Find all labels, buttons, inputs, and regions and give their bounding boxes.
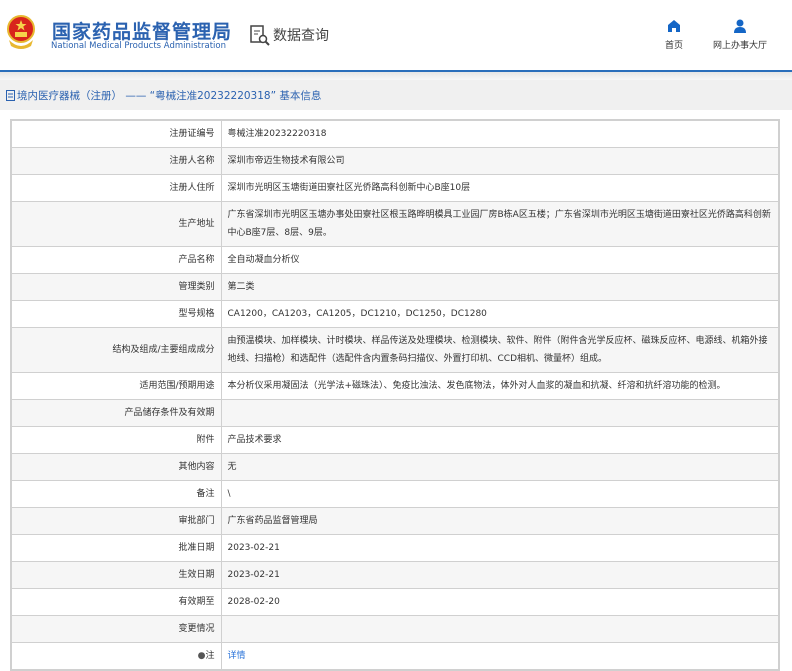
field-value: CA1200，CA1203，CA1205，DC1210，DC1250，DC128… bbox=[220, 300, 780, 328]
site-header: 国家药品监督管理局 National Medical Products Admi… bbox=[0, 0, 792, 72]
field-label: 型号规格 bbox=[10, 300, 222, 328]
home-icon bbox=[668, 20, 680, 32]
national-emblem-icon bbox=[7, 15, 35, 49]
pin-icon: ● bbox=[197, 651, 206, 661]
field-value: 2028-02-20 bbox=[220, 588, 780, 616]
field-value: 详情 bbox=[220, 642, 780, 671]
nav-home[interactable]: 首页 bbox=[665, 18, 683, 51]
field-label: 产品名称 bbox=[10, 246, 222, 274]
data-query-link[interactable]: 数据查询 bbox=[249, 24, 329, 46]
table-row: 附件 产品技术要求 bbox=[10, 426, 780, 454]
document-icon bbox=[6, 89, 15, 101]
nav-online-hall-label: 网上办事大厅 bbox=[713, 41, 768, 51]
field-value: 深圳市帝迈生物技术有限公司 bbox=[220, 147, 780, 175]
field-value: 无 bbox=[220, 453, 780, 481]
field-label: 适用范围/预期用途 bbox=[10, 372, 222, 400]
table-row: 生效日期 2023-02-21 bbox=[10, 561, 780, 589]
field-label: 有效期至 bbox=[10, 588, 222, 616]
table-row: 产品名称 全自动凝血分析仪 bbox=[10, 246, 780, 274]
field-label: 审批部门 bbox=[10, 507, 222, 535]
table-row: 结构及组成/主要组成成分 由预温模块、加样模块、计时模块、样品传送及处理模块、检测… bbox=[10, 327, 780, 373]
field-value: 本分析仪采用凝固法（光学法+磁珠法）、免疫比浊法、发色底物法，体外对人血浆的凝血… bbox=[220, 372, 780, 400]
table-row: 变更情况 bbox=[10, 615, 780, 643]
page-title-bar: 境内医疗器械（注册） —— “粤械注准20232220318” 基本信息 bbox=[0, 80, 792, 110]
field-value: 2023-02-21 bbox=[220, 534, 780, 562]
table-row: ●注 详情 bbox=[10, 642, 780, 671]
field-label: 批准日期 bbox=[10, 534, 222, 562]
field-label: 注册证编号 bbox=[10, 119, 222, 148]
field-value: 全自动凝血分析仪 bbox=[220, 246, 780, 274]
field-label: 产品储存条件及有效期 bbox=[10, 399, 222, 427]
field-value: 产品技术要求 bbox=[220, 426, 780, 454]
field-label: 注册人名称 bbox=[10, 147, 222, 175]
field-label: 变更情况 bbox=[10, 615, 222, 643]
field-label: 其他内容 bbox=[10, 453, 222, 481]
field-label: 备注 bbox=[10, 480, 222, 508]
field-value: 第二类 bbox=[220, 273, 780, 301]
field-label: 结构及组成/主要组成成分 bbox=[10, 327, 222, 373]
field-value: 广东省药品监督管理局 bbox=[220, 507, 780, 535]
nav-home-label: 首页 bbox=[665, 41, 684, 51]
page-title: 境内医疗器械（注册） —— “粤械注准20232220318” 基本信息 bbox=[17, 89, 322, 102]
field-label: 管理类别 bbox=[10, 273, 222, 301]
table-row: 审批部门 广东省药品监督管理局 bbox=[10, 507, 780, 535]
table-row: 有效期至 2028-02-20 bbox=[10, 588, 780, 616]
data-query-label: 数据查询 bbox=[273, 28, 329, 44]
document-search-icon bbox=[250, 25, 270, 46]
field-value: 广东省深圳市光明区玉塘办事处田寮社区根玉路晔明模具工业园厂房B栋A区五楼；广东省… bbox=[220, 201, 780, 247]
table-row: 型号规格 CA1200，CA1203，CA1205，DC1210，DC1250，D… bbox=[10, 300, 780, 328]
details-link[interactable]: 详情 bbox=[228, 651, 246, 661]
site-title[interactable]: 国家药品监督管理局 bbox=[52, 17, 232, 44]
table-row: 生产地址 广东省深圳市光明区玉塘办事处田寮社区根玉路晔明模具工业园厂房B栋A区五楼… bbox=[10, 201, 780, 247]
field-value: 深圳市光明区玉塘街道田寮社区光侨路高科创新中心B座10层 bbox=[220, 174, 780, 202]
table-row: 批准日期 2023-02-21 bbox=[10, 534, 780, 562]
table-row: 管理类别 第二类 bbox=[10, 273, 780, 301]
field-label: 生产地址 bbox=[10, 201, 222, 247]
field-value bbox=[220, 399, 780, 427]
user-icon bbox=[734, 19, 746, 33]
field-value: 粤械注准20232220318 bbox=[220, 119, 780, 148]
table-row: 备注 \ bbox=[10, 480, 780, 508]
table-row: 注册证编号 粤械注准20232220318 bbox=[10, 119, 780, 148]
detail-table: 注册证编号 粤械注准20232220318 注册人名称 深圳市帝迈生物技术有限公司 注册… bbox=[10, 119, 780, 671]
table-row: 注册人名称 深圳市帝迈生物技术有限公司 bbox=[10, 147, 780, 175]
field-label: 生效日期 bbox=[10, 561, 222, 589]
site-subtitle: National Medical Products Administration bbox=[51, 41, 226, 51]
field-value: \ bbox=[220, 480, 780, 508]
field-label: 附件 bbox=[10, 426, 222, 454]
table-row: 其他内容无 bbox=[10, 453, 780, 481]
field-value: 2023-02-21 bbox=[220, 561, 780, 589]
field-value bbox=[220, 615, 780, 643]
table-row: 适用范围/预期用途 本分析仪采用凝固法（光学法+磁珠法）、免疫比浊法、发色底物法，… bbox=[10, 372, 780, 400]
field-value: 由预温模块、加样模块、计时模块、样品传送及处理模块、检测模块、软件、附件（附件含… bbox=[220, 327, 780, 373]
table-row: 注册人住所 深圳市光明区玉塘街道田寮社区光侨路高科创新中心B座10层 bbox=[10, 174, 780, 202]
divider bbox=[0, 72, 792, 80]
nav-online-hall[interactable]: 网上办事大厅 bbox=[713, 18, 767, 51]
field-label: 注册人住所 bbox=[10, 174, 222, 202]
note-label: 注 bbox=[205, 651, 215, 661]
table-row: 产品储存条件及有效期 bbox=[10, 399, 780, 427]
field-label: ●注 bbox=[10, 642, 222, 671]
